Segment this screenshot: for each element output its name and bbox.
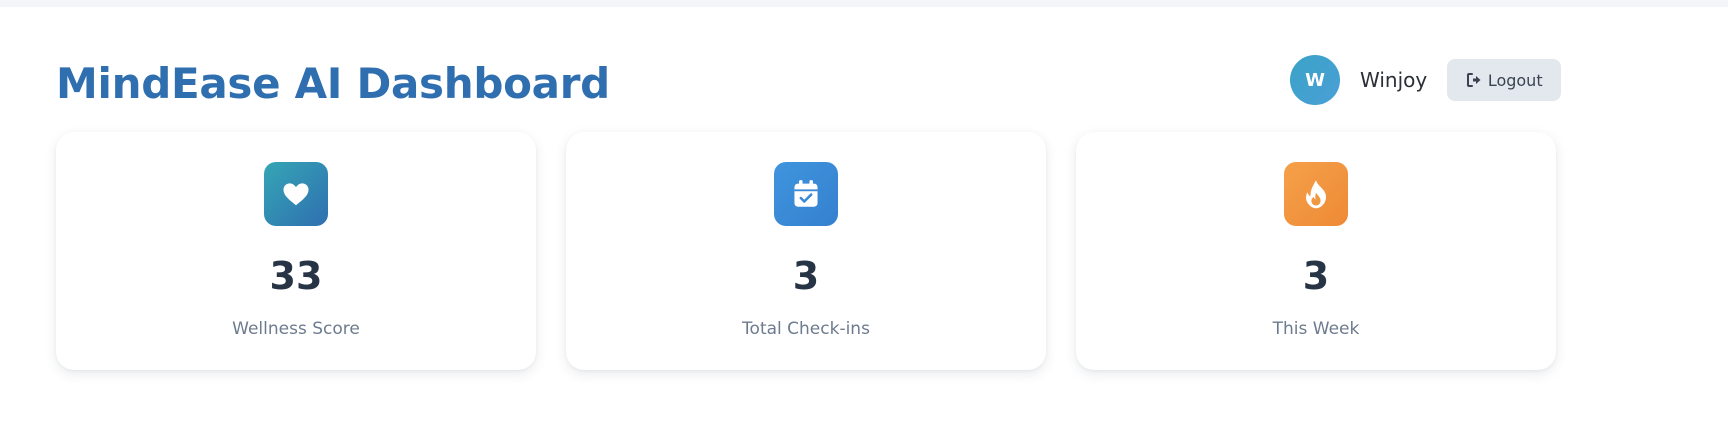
flame-icon <box>1284 162 1348 226</box>
stat-label: Total Check-ins <box>742 319 870 339</box>
stat-label: Wellness Score <box>232 319 360 339</box>
heart-icon <box>264 162 328 226</box>
avatar[interactable]: W <box>1290 55 1340 105</box>
top-strip <box>0 0 1728 7</box>
logout-button[interactable]: Logout <box>1447 59 1562 101</box>
stat-value: 3 <box>792 254 820 298</box>
stat-card-total-check-ins: 3 Total Check-ins <box>566 132 1046 370</box>
stat-card-this-week: 3 This Week <box>1076 132 1556 370</box>
sign-out-icon <box>1466 73 1481 87</box>
user-menu: W Winjoy Logout <box>1290 55 1562 105</box>
logout-label: Logout <box>1487 70 1543 90</box>
calendar-check-icon <box>774 162 838 226</box>
username: Winjoy <box>1360 68 1428 92</box>
stat-value: 3 <box>1302 254 1330 298</box>
stat-card-wellness-score: 33 Wellness Score <box>56 132 536 370</box>
page-title: MindEase AI Dashboard <box>56 59 610 108</box>
stat-label: This Week <box>1272 319 1360 339</box>
stat-value: 33 <box>269 254 323 298</box>
